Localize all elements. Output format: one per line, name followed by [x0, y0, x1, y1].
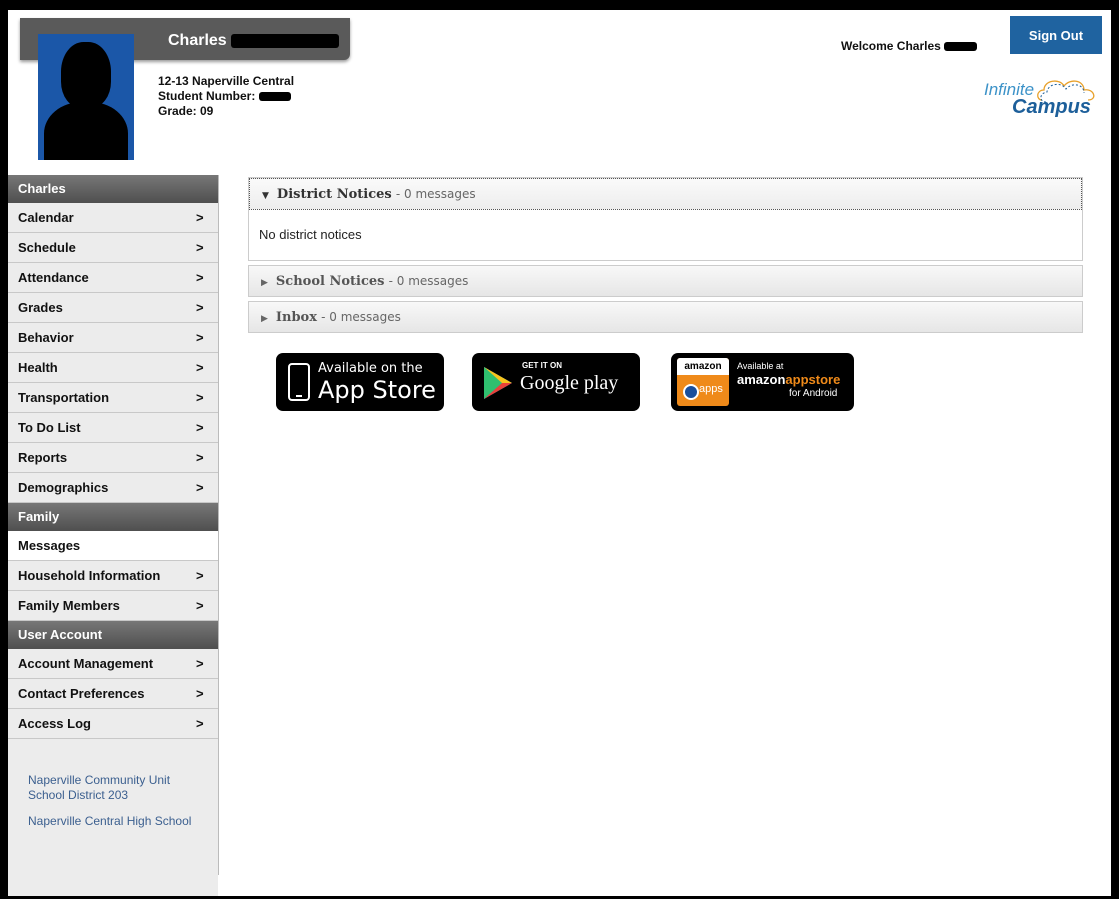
sidebar-item-schedule[interactable]: Schedule >	[8, 233, 218, 263]
welcome-text: Welcome Charles	[841, 39, 978, 53]
sidebar-item-grades[interactable]: Grades >	[8, 293, 218, 323]
sign-out-button[interactable]: Sign Out	[1010, 16, 1102, 54]
chevron-right-icon: >	[196, 420, 204, 435]
redacted-welcome-name	[944, 42, 978, 52]
triangle-down-icon: ▼	[262, 191, 269, 201]
sidebar-item-messages[interactable]: Messages	[8, 531, 218, 561]
inbox-header[interactable]: ▶ Inbox - 0 messages	[249, 302, 1082, 332]
sidebar: Charles Calendar > Schedule > Attendance > …	[8, 175, 219, 896]
school-link[interactable]: Naperville Central High School	[28, 814, 206, 829]
district-notices-body: No district notices	[259, 227, 362, 242]
school-notices-header[interactable]: ▶ School Notices - 0 messages	[249, 266, 1082, 296]
chevron-right-icon: >	[196, 686, 204, 701]
sidebar-section-student: Charles	[8, 175, 218, 203]
district-link[interactable]: Naperville Community Unit School Distric…	[28, 773, 206, 803]
sidebar-section-user-account: User Account	[8, 621, 218, 649]
chevron-right-icon: >	[196, 210, 204, 225]
page-frame: Charles 12-13 Naperville Central Student…	[8, 10, 1111, 896]
phone-icon	[288, 363, 310, 401]
sidebar-item-contact-preferences[interactable]: Contact Preferences >	[8, 679, 218, 709]
sidebar-item-family-members[interactable]: Family Members >	[8, 591, 218, 621]
district-notices-header[interactable]: ▼ District Notices - 0 messages	[249, 178, 1082, 210]
logo-campus-text: Campus	[1012, 96, 1091, 118]
district-notices-panel: ▼ District Notices - 0 messages No distri…	[248, 177, 1083, 261]
school-notices-panel: ▶ School Notices - 0 messages	[248, 265, 1083, 297]
google-play-badge[interactable]: GET IT ON Google play	[472, 353, 640, 411]
chevron-right-icon: >	[196, 568, 204, 583]
school-links: Naperville Community Unit School Distric…	[8, 739, 218, 896]
sidebar-item-household-information[interactable]: Household Information >	[8, 561, 218, 591]
triangle-right-icon: ▶	[261, 314, 268, 324]
student-grade: Grade: 09	[158, 104, 214, 118]
chevron-right-icon: >	[196, 716, 204, 731]
chevron-right-icon: >	[196, 598, 204, 613]
chevron-right-icon: >	[196, 656, 204, 671]
chevron-right-icon: >	[196, 330, 204, 345]
sidebar-item-account-management[interactable]: Account Management >	[8, 649, 218, 679]
sidebar-item-access-log[interactable]: Access Log >	[8, 709, 218, 739]
triangle-right-icon: ▶	[261, 278, 268, 288]
app-store-badge[interactable]: Available on the App Store	[276, 353, 444, 411]
chevron-right-icon: >	[196, 270, 204, 285]
redacted-number	[258, 92, 291, 102]
chevron-right-icon: >	[196, 300, 204, 315]
chevron-right-icon: >	[196, 450, 204, 465]
redacted-surname	[231, 33, 340, 48]
amazon-appstore-badge[interactable]: amazon apps Available at amazonappstore …	[671, 353, 854, 411]
inbox-panel: ▶ Inbox - 0 messages	[248, 301, 1083, 333]
play-triangle-icon	[484, 367, 512, 399]
student-name: Charles	[168, 32, 340, 50]
amazon-apps-icon: amazon apps	[677, 358, 729, 406]
sidebar-item-to-do-list[interactable]: To Do List >	[8, 413, 218, 443]
sidebar-item-reports[interactable]: Reports >	[8, 443, 218, 473]
sidebar-item-behavior[interactable]: Behavior >	[8, 323, 218, 353]
chevron-right-icon: >	[196, 480, 204, 495]
chevron-right-icon: >	[196, 390, 204, 405]
student-photo	[38, 34, 134, 160]
sidebar-item-calendar[interactable]: Calendar >	[8, 203, 218, 233]
sidebar-item-demographics[interactable]: Demographics >	[8, 473, 218, 503]
sidebar-section-family: Family	[8, 503, 218, 531]
chevron-right-icon: >	[196, 240, 204, 255]
sidebar-item-transportation[interactable]: Transportation >	[8, 383, 218, 413]
infinite-campus-logo: Infinite Campus	[984, 76, 1104, 126]
messages-main: ▼ District Notices - 0 messages No distri…	[248, 177, 1083, 337]
chevron-right-icon: >	[196, 360, 204, 375]
sidebar-item-health[interactable]: Health >	[8, 353, 218, 383]
student-info: 12-13 Naperville Central Student Number:…	[158, 74, 294, 119]
school-year: 12-13 Naperville Central	[158, 74, 295, 88]
amazon-appstore-wordmark: amazonappstore	[737, 372, 841, 387]
sidebar-item-attendance[interactable]: Attendance >	[8, 263, 218, 293]
student-number: Student Number:	[158, 89, 294, 104]
